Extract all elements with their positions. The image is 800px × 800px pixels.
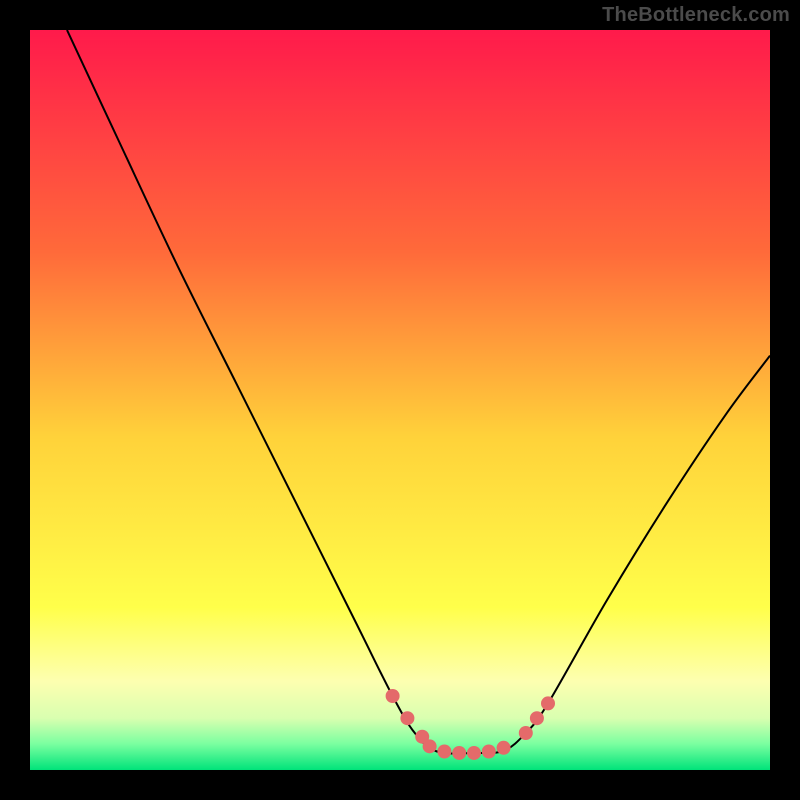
marker-dot xyxy=(400,711,414,725)
marker-dot xyxy=(482,745,496,759)
marker-dot xyxy=(530,711,544,725)
marker-dot xyxy=(467,746,481,760)
chart-svg xyxy=(30,30,770,770)
marker-dot xyxy=(386,689,400,703)
marker-dot xyxy=(437,745,451,759)
marker-dot xyxy=(497,741,511,755)
marker-dot xyxy=(423,739,437,753)
marker-dot xyxy=(519,726,533,740)
watermark-text: TheBottleneck.com xyxy=(602,4,790,27)
gradient-background xyxy=(30,30,770,770)
marker-dot xyxy=(541,696,555,710)
plot-area xyxy=(30,30,770,770)
chart-frame: TheBottleneck.com xyxy=(0,0,800,800)
marker-dot xyxy=(452,746,466,760)
